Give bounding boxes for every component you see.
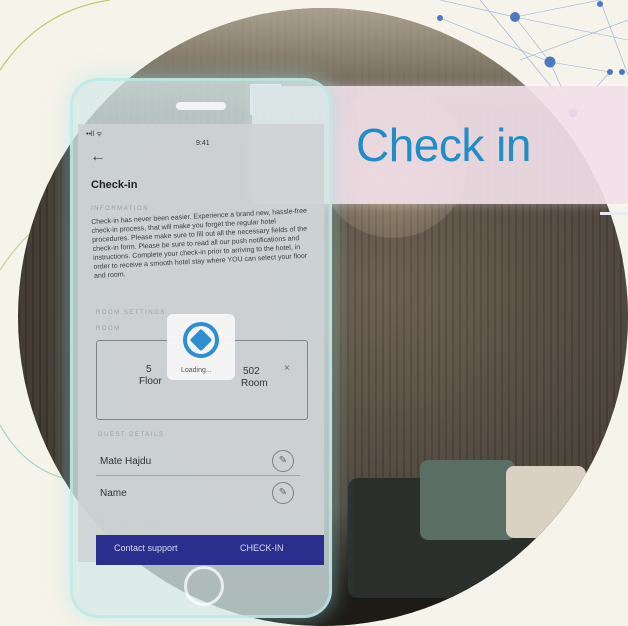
page-title: Check-in	[91, 179, 138, 191]
loading-text: Loading...	[181, 367, 212, 374]
section-room-label: ROOM SETTINGS	[96, 310, 166, 316]
phone-speaker	[176, 102, 226, 110]
status-time: 9:41	[196, 140, 210, 147]
pillow-white	[506, 466, 586, 538]
pillow-green	[420, 460, 515, 540]
arrow-left-icon[interactable]: ←	[90, 148, 106, 166]
floor-label: Floor	[139, 376, 162, 387]
section-guests-label: GUEST DETAILS	[98, 432, 165, 438]
edit-guest-2-icon[interactable]: ✎	[272, 482, 294, 504]
room-label: Room	[241, 378, 268, 389]
floor-number: 5	[146, 364, 152, 375]
contact-support-button[interactable]: Contact support	[114, 543, 178, 553]
section-info-label: INFORMATION	[91, 206, 150, 212]
guest-2-name[interactable]: Name	[100, 488, 127, 499]
banner-title: Check in	[356, 119, 531, 171]
close-icon[interactable]: ×	[284, 363, 290, 374]
banner-corner-br	[600, 184, 628, 215]
guest-1-name: Mate Hajdu	[100, 456, 152, 467]
edit-guest-1-icon[interactable]: ✎	[272, 450, 294, 472]
status-signal: ••ll ᯤ	[86, 131, 103, 138]
section-room2-label: ROOM	[96, 326, 121, 332]
check-in-button[interactable]: CHECK-IN	[240, 543, 284, 553]
room-number: 502	[243, 366, 260, 377]
guest-divider	[96, 475, 300, 476]
description-text: Check-in has never been easier. Experien…	[91, 207, 308, 280]
home-button[interactable]	[184, 566, 224, 606]
